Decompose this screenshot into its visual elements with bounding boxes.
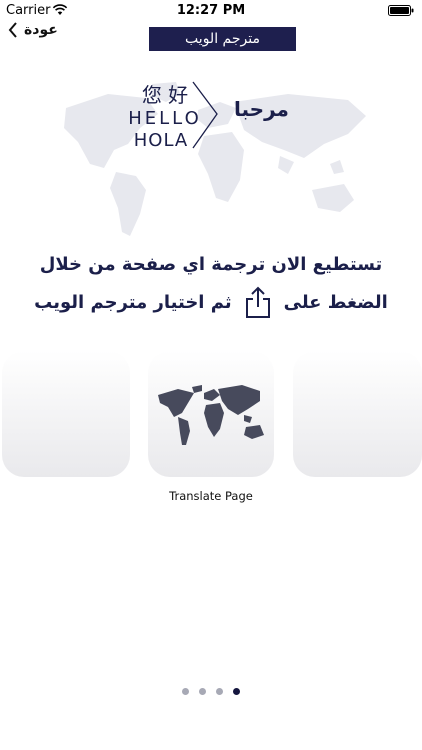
page-dot-3[interactable]: [216, 688, 223, 695]
hello-logo: 您 好 HELLO HOLA: [128, 81, 218, 150]
carousel-card-translate[interactable]: [148, 351, 274, 477]
instruction-text-before-icon: الضغط على: [283, 291, 388, 313]
carousel-card-previous[interactable]: [2, 351, 130, 477]
logo-hola-text: HOLA: [134, 130, 188, 150]
share-icon: [245, 286, 270, 318]
instruction-text-after-icon: ثم اختيار مترجم الويب: [34, 291, 232, 313]
back-button[interactable]: عودة: [8, 20, 58, 40]
page-title: مترجم الويب: [185, 31, 260, 47]
page-dot-2[interactable]: [199, 688, 206, 695]
clock: 12:27 PM: [176, 3, 246, 18]
instruction-line-2: الضغط على ثم اختيار مترجم الويب: [0, 282, 422, 322]
page-title-box: مترجم الويب: [149, 27, 296, 51]
carousel-card-next[interactable]: [293, 351, 422, 477]
instruction-line-1: تستطيع الان ترجمة اي صفحة من خلال: [39, 254, 383, 275]
world-map-icon: [158, 385, 264, 445]
page-indicator[interactable]: [0, 688, 422, 695]
chevron-left-icon: [8, 22, 17, 38]
back-label: عودة: [24, 22, 58, 38]
carousel-caption: Translate Page: [169, 489, 253, 503]
battery-icon: [388, 5, 414, 16]
logo-hello-text: HELLO: [128, 108, 202, 129]
logo-chinese-text: 您 好: [142, 83, 188, 107]
welcome-text: مرحبا: [234, 97, 289, 121]
page-dot-4[interactable]: [233, 688, 240, 695]
page-dot-1[interactable]: [182, 688, 189, 695]
status-bar: Carrier 12:27 PM: [0, 0, 422, 22]
